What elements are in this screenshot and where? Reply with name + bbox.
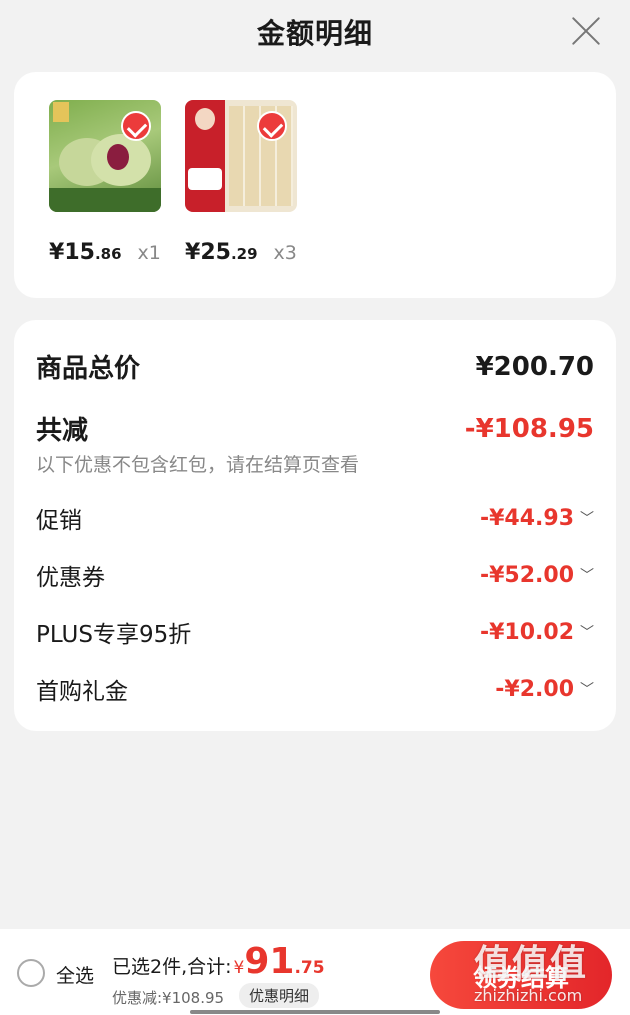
currency-symbol: ¥ (49, 240, 65, 265)
checkout-bar: 全选 已选2件,合计: ¥ 91 .75 优惠减:¥108.95 优惠明细 领券… (0, 929, 630, 1015)
product-price: ¥ 15 .86 x1 (49, 240, 179, 265)
home-indicator[interactable] (190, 1010, 440, 1014)
total-integer: 91 (244, 941, 295, 982)
currency-symbol: ¥ (233, 958, 245, 978)
discount-value: -¥52.00 (479, 562, 574, 588)
product-quantity: x1 (137, 242, 161, 264)
reduce-label: 共减 (36, 416, 89, 446)
discount-label: 首购礼金 (36, 679, 128, 705)
discount-detail-button[interactable]: 优惠明细 (239, 983, 320, 1008)
discount-row-promo[interactable]: 促销 -¥44.93 ﹀ (36, 501, 594, 535)
product-list: ¥ 15 .86 x1 ¥ 25 .29 x3 (14, 72, 616, 298)
product-item[interactable]: ¥ 25 .29 x3 (185, 100, 315, 265)
discount-total: 优惠减:¥108.95 (112, 989, 225, 1007)
price-integer: 15 (64, 240, 95, 265)
reduce-row: 共减 -¥108.95 (36, 410, 594, 447)
pastry-filling (107, 144, 129, 170)
page-title: 金额明细 (256, 17, 373, 50)
discount-value: -¥44.93 (479, 505, 574, 531)
selected-count-label: 已选2件,合计: (112, 956, 232, 978)
discount-row-coupon[interactable]: 优惠券 -¥52.00 ﹀ (36, 558, 594, 592)
discount-badge (188, 168, 222, 190)
product-thumbnail (185, 100, 297, 212)
total-row: 商品总价 ¥200.70 (36, 348, 594, 385)
price-decimal: .86 (94, 245, 122, 263)
check-icon[interactable] (121, 111, 151, 141)
select-all-label[interactable]: 全选 (56, 961, 94, 988)
chevron-down-icon[interactable]: ﹀ (580, 622, 594, 642)
product-thumbnail (49, 100, 161, 212)
checkout-button[interactable]: 领券结算 (430, 941, 612, 1009)
close-icon[interactable] (570, 14, 602, 46)
total-value: ¥200.70 (475, 351, 594, 382)
total-decimal: .75 (294, 958, 325, 978)
chevron-down-icon[interactable]: ﹀ (580, 508, 594, 528)
price-decimal: .29 (230, 245, 258, 263)
chevron-down-icon[interactable]: ﹀ (580, 679, 594, 699)
spokesperson-image (195, 108, 215, 130)
price-summary: 商品总价 ¥200.70 共减 -¥108.95 以下优惠不包含红包，请在结算页… (14, 320, 616, 731)
currency-symbol: ¥ (185, 240, 201, 265)
brand-logo (53, 102, 69, 122)
thumbnail-banner (49, 188, 161, 212)
discount-row-first-purchase[interactable]: 首购礼金 -¥2.00 ﹀ (36, 672, 594, 706)
discount-note: 以下优惠不包含红包，请在结算页查看 (36, 454, 360, 476)
discount-value: -¥2.00 (495, 676, 574, 702)
product-item[interactable]: ¥ 15 .86 x1 (49, 100, 179, 265)
order-total: 已选2件,合计: ¥ 91 .75 (112, 941, 325, 982)
check-icon[interactable] (257, 111, 287, 141)
product-price: ¥ 25 .29 x3 (185, 240, 315, 265)
discount-row-plus[interactable]: PLUS专享95折 -¥10.02 ﹀ (36, 615, 594, 649)
product-quantity: x3 (273, 242, 297, 264)
chevron-down-icon[interactable]: ﹀ (580, 565, 594, 585)
discount-label: 优惠券 (36, 565, 105, 591)
price-integer: 25 (200, 240, 231, 265)
discount-value: -¥10.02 (479, 619, 574, 645)
discount-label: PLUS专享95折 (36, 622, 192, 648)
discount-label: 促销 (36, 508, 82, 534)
header: 金额明细 (0, 0, 630, 64)
reduce-value: -¥108.95 (464, 413, 594, 444)
total-label: 商品总价 (36, 354, 141, 384)
select-all-radio[interactable] (17, 959, 45, 987)
